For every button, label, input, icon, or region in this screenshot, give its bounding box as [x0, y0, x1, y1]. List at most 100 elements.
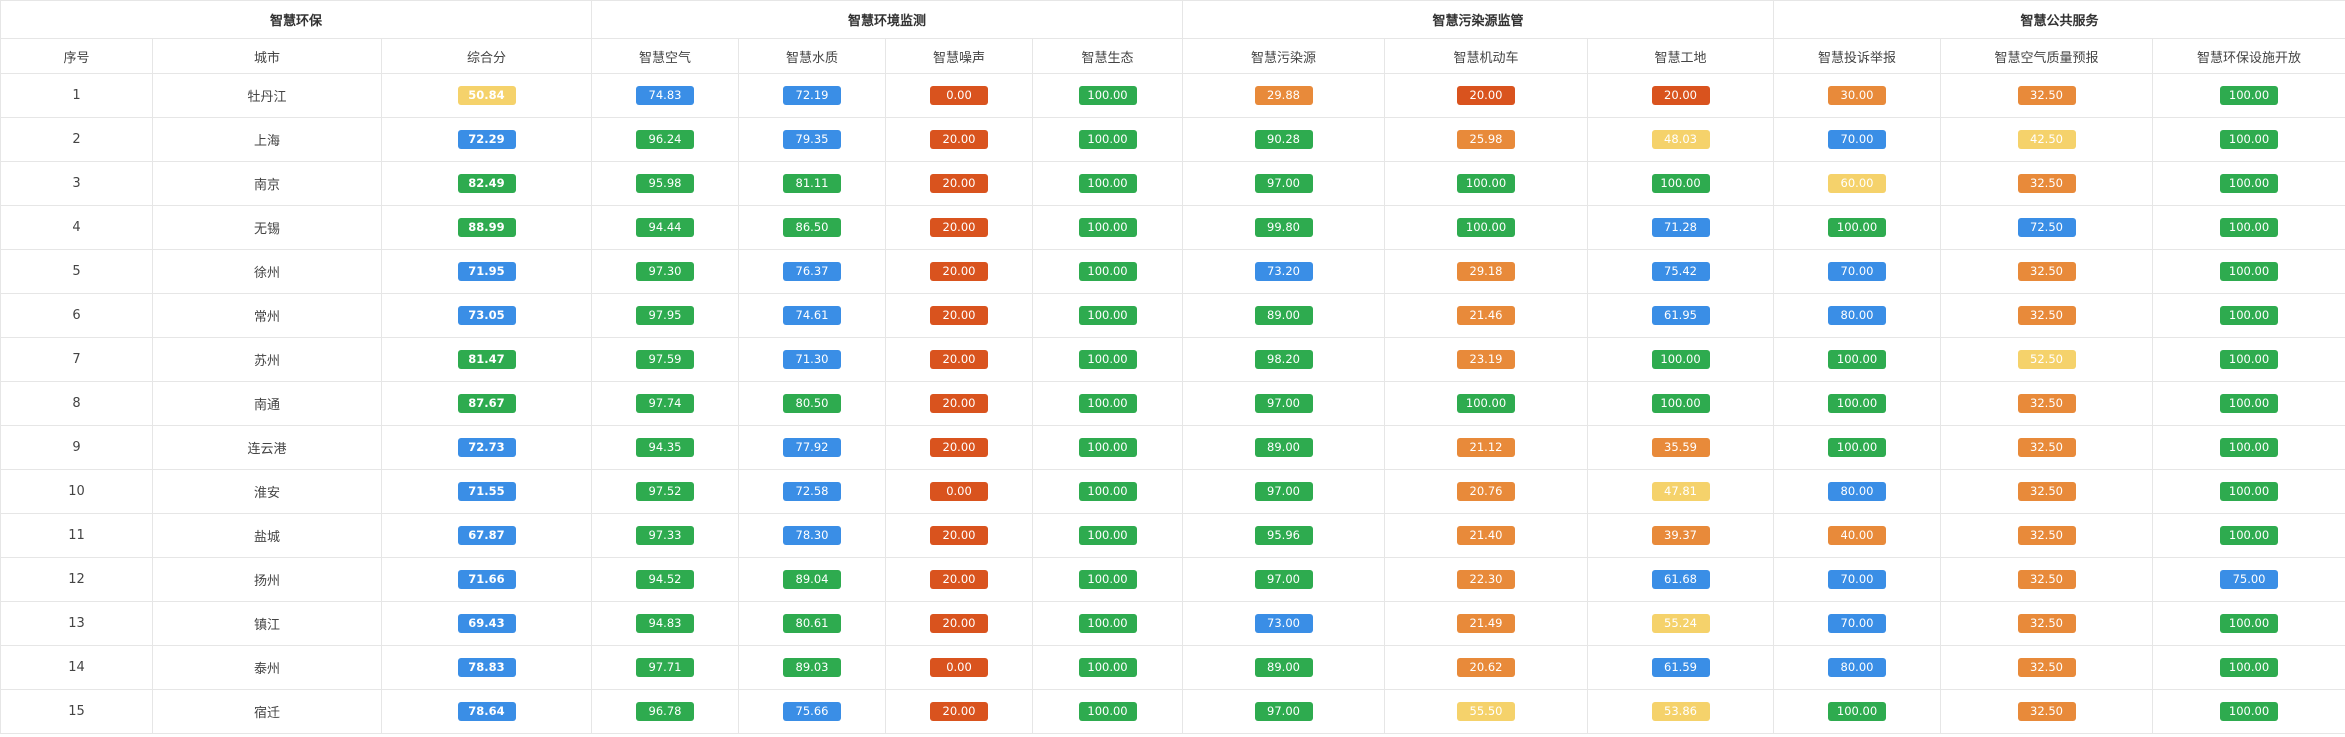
row-index: 2 — [0, 117, 153, 162]
score-cell-air-forecast: 32.50 — [1940, 645, 2154, 690]
table-row[interactable]: 9 连云港 72.73 94.35 77.92 20.00 100.00 89.00 21.12… — [0, 425, 2345, 470]
score-badge: 21.46 — [1457, 306, 1516, 325]
score-cell-air-forecast: 32.50 — [1940, 469, 2154, 514]
column-header-noise[interactable]: 智慧噪声 — [885, 38, 1033, 74]
score-cell-ecology: 100.00 — [1031, 645, 1184, 690]
score-badge: 0.00 — [930, 86, 988, 105]
score-badge: 100.00 — [1078, 350, 1137, 369]
table-row[interactable]: 14 泰州 78.83 97.71 89.03 0.00 100.00 89.00 20.62 6… — [0, 645, 2345, 690]
score-cell-water: 75.66 — [738, 689, 886, 734]
column-header-pollution-source[interactable]: 智慧污染源 — [1182, 38, 1386, 74]
table-row[interactable]: 1 牡丹江 50.84 74.83 72.19 0.00 100.00 29.88 20.00 2… — [0, 73, 2345, 118]
score-badge: 70.00 — [1828, 614, 1887, 633]
score-cell-noise: 0.00 — [885, 645, 1033, 690]
column-header-water[interactable]: 智慧水质 — [738, 38, 886, 74]
score-cell-air-forecast: 42.50 — [1940, 117, 2154, 162]
score-badge: 100.00 — [1828, 438, 1887, 457]
table-row[interactable]: 5 徐州 71.95 97.30 76.37 20.00 100.00 73.20 29.18 7… — [0, 249, 2345, 294]
table-row[interactable]: 3 南京 82.49 95.98 81.11 20.00 100.00 97.00 100.00… — [0, 161, 2345, 206]
table-row[interactable]: 11 盐城 67.87 97.33 78.30 20.00 100.00 95.96 21.40… — [0, 513, 2345, 558]
score-badge: 97.00 — [1254, 394, 1313, 413]
row-index: 1 — [0, 73, 153, 118]
score-cell-water: 80.50 — [738, 381, 886, 426]
score-badge: 100.00 — [1651, 394, 1710, 413]
score-cell-facility-open: 100.00 — [2152, 249, 2345, 294]
score-cell-construction: 39.37 — [1587, 513, 1775, 558]
column-header-complaint[interactable]: 智慧投诉举报 — [1773, 38, 1942, 74]
score-cell-total-score: 67.87 — [381, 513, 592, 558]
score-badge: 87.67 — [457, 394, 516, 413]
score-badge: 72.73 — [457, 438, 516, 457]
table-row[interactable]: 7 苏州 81.47 97.59 71.30 20.00 100.00 98.20 23.19 1… — [0, 337, 2345, 382]
column-header-ecology[interactable]: 智慧生态 — [1031, 38, 1184, 74]
score-badge: 71.66 — [457, 570, 516, 589]
table-row[interactable]: 10 淮安 71.55 97.52 72.58 0.00 100.00 97.00 20.76 4… — [0, 469, 2345, 514]
score-badge: 61.68 — [1651, 570, 1710, 589]
score-badge: 73.00 — [1254, 614, 1313, 633]
table-row[interactable]: 4 无锡 88.99 94.44 86.50 20.00 100.00 99.80 100.00… — [0, 205, 2345, 250]
score-badge: 100.00 — [1651, 174, 1710, 193]
score-badge: 100.00 — [2220, 482, 2279, 501]
column-header-vehicle[interactable]: 智慧机动车 — [1384, 38, 1589, 74]
score-badge: 71.30 — [783, 350, 841, 369]
score-cell-ecology: 100.00 — [1031, 689, 1184, 734]
score-badge: 78.83 — [457, 658, 516, 677]
score-cell-air: 97.30 — [591, 249, 739, 294]
score-cell-pollution-source: 89.00 — [1182, 293, 1386, 338]
score-badge: 81.47 — [457, 350, 516, 369]
score-cell-air: 97.71 — [591, 645, 739, 690]
score-badge: 90.28 — [1254, 130, 1313, 149]
row-index: 7 — [0, 337, 153, 382]
score-cell-facility-open: 100.00 — [2152, 425, 2345, 470]
column-header-city[interactable]: 城市 — [152, 38, 382, 74]
city-name: 苏州 — [152, 337, 382, 382]
score-badge: 21.40 — [1457, 526, 1516, 545]
city-name: 南京 — [152, 161, 382, 206]
column-header-construction[interactable]: 智慧工地 — [1587, 38, 1775, 74]
score-cell-air-forecast: 32.50 — [1940, 425, 2154, 470]
score-cell-total-score: 71.66 — [381, 557, 592, 602]
score-badge: 25.98 — [1457, 130, 1516, 149]
column-header-air[interactable]: 智慧空气 — [591, 38, 739, 74]
score-cell-total-score: 71.55 — [381, 469, 592, 514]
score-badge: 89.03 — [783, 658, 841, 677]
score-cell-pollution-source: 90.28 — [1182, 117, 1386, 162]
score-badge: 100.00 — [2220, 130, 2279, 149]
table-row[interactable]: 15 宿迁 78.64 96.78 75.66 20.00 100.00 97.00 55.50… — [0, 689, 2345, 734]
table-row[interactable]: 6 常州 73.05 97.95 74.61 20.00 100.00 89.00 21.46 6… — [0, 293, 2345, 338]
table-row[interactable]: 8 南通 87.67 97.74 80.50 20.00 100.00 97.00 100.00… — [0, 381, 2345, 426]
column-header-index[interactable]: 序号 — [0, 38, 153, 74]
score-badge: 82.49 — [457, 174, 516, 193]
score-badge: 94.35 — [636, 438, 694, 457]
score-cell-pollution-source: 97.00 — [1182, 161, 1386, 206]
table-row[interactable]: 2 上海 72.29 96.24 79.35 20.00 100.00 90.28 25.98 4… — [0, 117, 2345, 162]
column-header-total-score[interactable]: 综合分 — [381, 38, 592, 74]
score-badge: 32.50 — [2017, 482, 2076, 501]
score-cell-water: 72.19 — [738, 73, 886, 118]
score-badge: 100.00 — [1828, 394, 1887, 413]
score-cell-complaint: 40.00 — [1773, 513, 1942, 558]
score-badge: 29.18 — [1457, 262, 1516, 281]
score-cell-pollution-source: 89.00 — [1182, 425, 1386, 470]
score-badge: 86.50 — [783, 218, 841, 237]
table-row[interactable]: 13 镇江 69.43 94.83 80.61 20.00 100.00 73.00 21.49… — [0, 601, 2345, 646]
table-row[interactable]: 12 扬州 71.66 94.52 89.04 20.00 100.00 97.00 22.30… — [0, 557, 2345, 602]
score-badge: 96.78 — [636, 702, 694, 721]
score-badge: 22.30 — [1457, 570, 1516, 589]
score-badge: 50.84 — [457, 86, 516, 105]
score-badge: 100.00 — [2220, 438, 2279, 457]
score-cell-water: 78.30 — [738, 513, 886, 558]
score-badge: 100.00 — [2220, 350, 2279, 369]
score-badge: 100.00 — [2220, 86, 2279, 105]
score-cell-facility-open: 100.00 — [2152, 601, 2345, 646]
score-cell-facility-open: 100.00 — [2152, 205, 2345, 250]
score-badge: 100.00 — [1078, 570, 1137, 589]
score-badge: 20.00 — [930, 306, 988, 325]
score-cell-vehicle: 22.30 — [1384, 557, 1589, 602]
column-header-air-forecast[interactable]: 智慧空气质量预报 — [1940, 38, 2154, 74]
score-cell-total-score: 78.83 — [381, 645, 592, 690]
score-badge: 60.00 — [1828, 174, 1887, 193]
score-badge: 32.50 — [2017, 438, 2076, 457]
score-cell-facility-open: 100.00 — [2152, 73, 2345, 118]
column-header-facility-open[interactable]: 智慧环保设施开放 — [2152, 38, 2345, 74]
